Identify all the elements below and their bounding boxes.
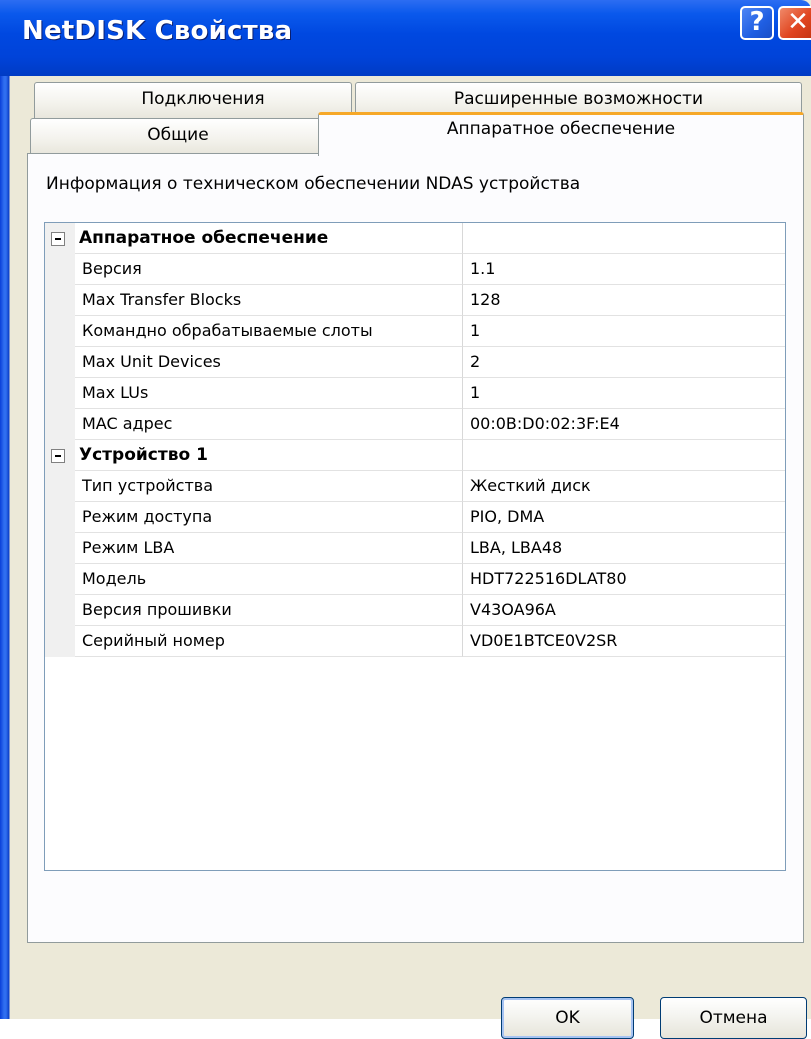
property-value: 1 <box>463 316 785 347</box>
property-value: 128 <box>463 285 785 316</box>
property-name: Версия <box>75 254 463 285</box>
property-row[interactable]: MAC адрес 00:0B:D0:02:3F:E4 <box>45 409 785 440</box>
property-value: V43OA96A <box>463 595 785 626</box>
row-gutter <box>45 347 75 378</box>
dialog-body: Подключения Расширенные возможности Общи… <box>10 76 811 1039</box>
cancel-button[interactable]: Отмена <box>660 997 807 1039</box>
property-value: PIO, DMA <box>463 502 785 533</box>
property-row[interactable]: Командно обрабатываемые слоты 1 <box>45 316 785 347</box>
property-name: Тип устройства <box>75 471 463 502</box>
category-row[interactable]: Устройство 1 <box>45 440 785 471</box>
property-name: MAC адрес <box>75 409 463 440</box>
property-value: 1.1 <box>463 254 785 285</box>
collapse-icon[interactable] <box>51 449 65 463</box>
row-gutter <box>45 533 75 564</box>
property-row[interactable]: Модель HDT722516DLAT80 <box>45 564 785 595</box>
row-gutter <box>45 254 75 285</box>
property-row[interactable]: Режим доступа PIO, DMA <box>45 502 785 533</box>
property-grid: Аппаратное обеспечение Версия 1.1 Max Tr… <box>44 222 786 871</box>
property-value: 1 <box>463 378 785 409</box>
row-gutter <box>45 502 75 533</box>
property-value: VD0E1BTCE0V2SR <box>463 626 785 657</box>
collapse-icon[interactable] <box>51 232 65 246</box>
property-value: HDT722516DLAT80 <box>463 564 785 595</box>
tab-connections[interactable]: Подключения <box>34 82 352 118</box>
property-name: Версия прошивки <box>75 595 463 626</box>
tab-general[interactable]: Общие <box>30 118 326 154</box>
close-button[interactable]: ✕ <box>778 6 811 40</box>
properties-dialog: NetDISK Свойства ? ✕ Подключения Расшире… <box>0 0 811 1039</box>
property-row[interactable]: Режим LBA LBA, LBA48 <box>45 533 785 564</box>
property-row[interactable]: Max Unit Devices 2 <box>45 347 785 378</box>
row-gutter <box>45 564 75 595</box>
row-gutter <box>45 409 75 440</box>
help-button[interactable]: ? <box>740 6 774 40</box>
window-title: NetDISK Свойства <box>22 16 293 46</box>
property-name: Max LUs <box>75 378 463 409</box>
tab-label: Аппаратное обеспечение <box>446 119 676 139</box>
property-name: Серийный номер <box>75 626 463 657</box>
property-row[interactable]: Версия 1.1 <box>45 254 785 285</box>
title-bar[interactable]: NetDISK Свойства ? ✕ <box>0 0 811 76</box>
row-gutter <box>45 595 75 626</box>
tab-hardware[interactable]: Аппаратное обеспечение <box>318 112 804 156</box>
info-label: Информация о техническом обеспечении NDA… <box>46 174 581 194</box>
property-name: Max Transfer Blocks <box>75 285 463 316</box>
property-value: 2 <box>463 347 785 378</box>
tab-label: Подключения <box>141 89 265 109</box>
row-gutter <box>45 285 75 316</box>
property-value: 00:0B:D0:02:3F:E4 <box>463 409 785 440</box>
property-row[interactable]: Max Transfer Blocks 128 <box>45 285 785 316</box>
category-value <box>463 223 785 254</box>
row-gutter <box>45 471 75 502</box>
property-name: Режим LBA <box>75 533 463 564</box>
property-value: Жесткий диск <box>463 471 785 502</box>
property-name: Режим доступа <box>75 502 463 533</box>
category-row[interactable]: Аппаратное обеспечение <box>45 223 785 254</box>
property-name: Командно обрабатываемые слоты <box>75 316 463 347</box>
property-name: Max Unit Devices <box>75 347 463 378</box>
tab-label: Общие <box>147 125 209 145</box>
property-row[interactable]: Тип устройства Жесткий диск <box>45 471 785 502</box>
category-title: Аппаратное обеспечение <box>75 223 463 254</box>
property-name: Модель <box>75 564 463 595</box>
ok-button[interactable]: OK <box>501 997 634 1039</box>
row-gutter <box>45 378 75 409</box>
property-row[interactable]: Max LUs 1 <box>45 378 785 409</box>
property-value: LBA, LBA48 <box>463 533 785 564</box>
row-gutter <box>45 626 75 657</box>
property-row[interactable]: Серийный номер VD0E1BTCE0V2SR <box>45 626 785 657</box>
category-title: Устройство 1 <box>75 440 463 471</box>
row-gutter <box>45 316 75 347</box>
property-row[interactable]: Версия прошивки V43OA96A <box>45 595 785 626</box>
tab-label: Расширенные возможности <box>453 89 704 109</box>
category-value <box>463 440 785 471</box>
